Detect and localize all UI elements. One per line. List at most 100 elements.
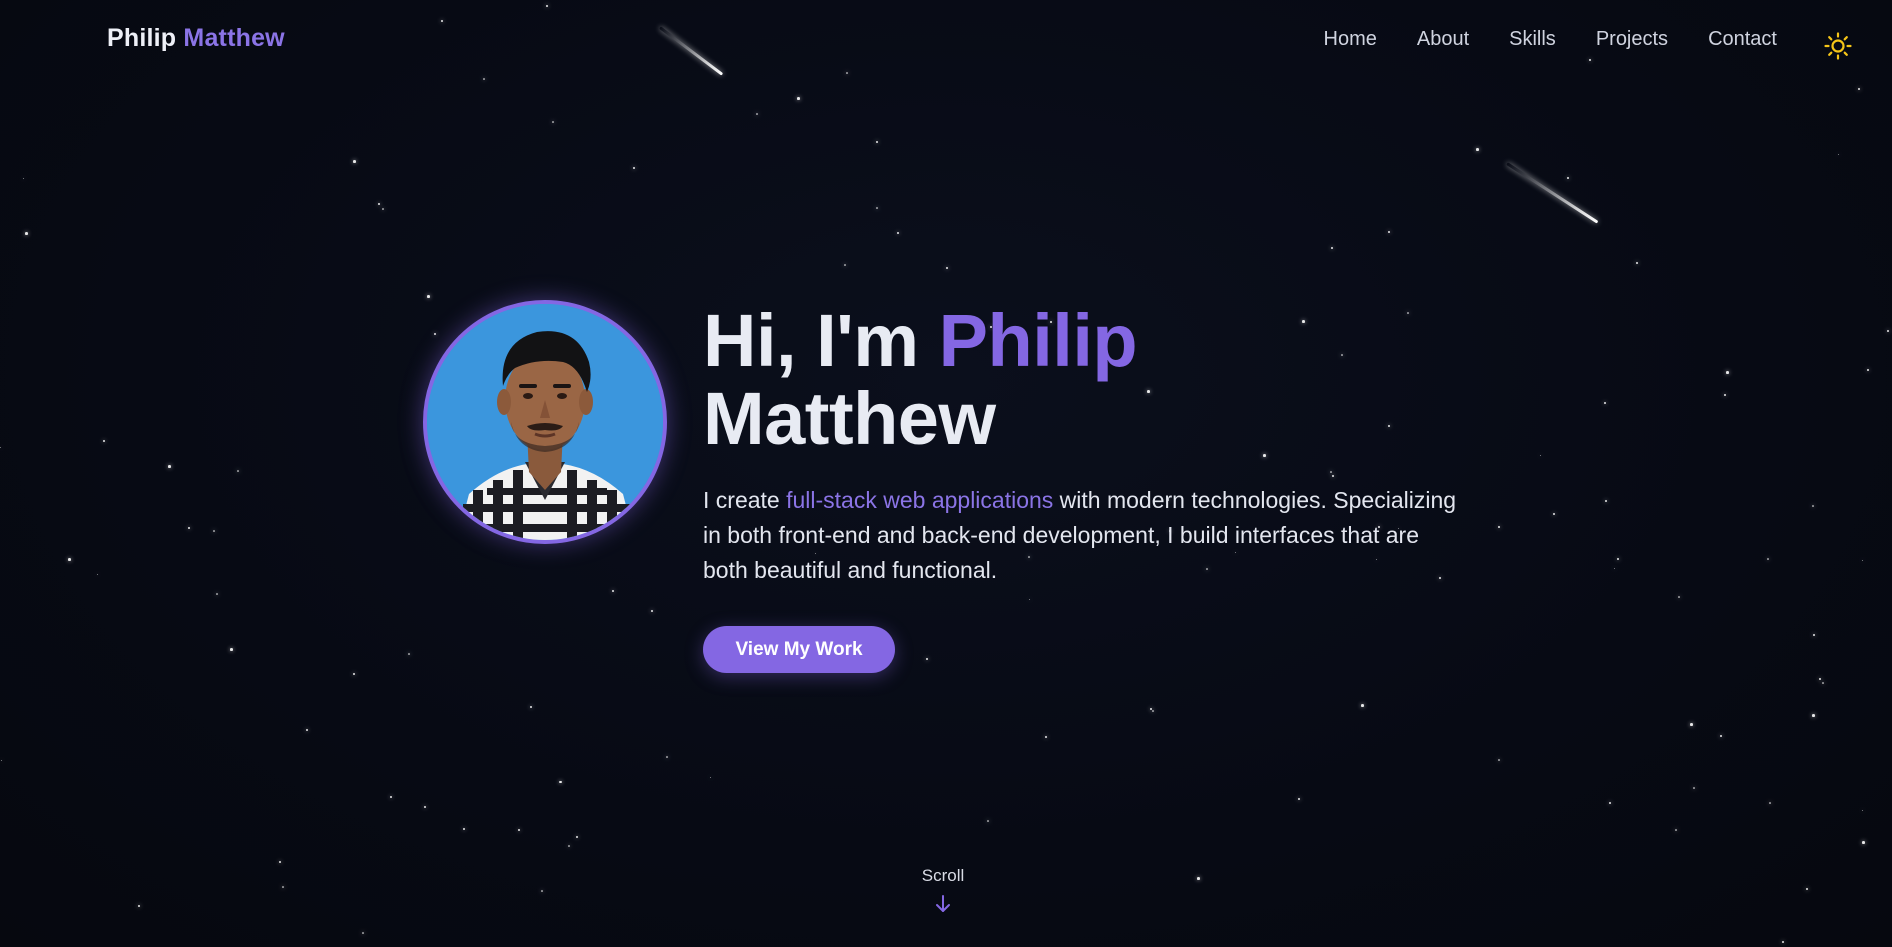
star xyxy=(666,756,668,758)
scroll-label: Scroll xyxy=(921,866,965,885)
nav-item-contact[interactable]: Contact xyxy=(1708,28,1777,51)
star xyxy=(897,232,900,235)
star xyxy=(1838,154,1840,156)
star xyxy=(1263,454,1266,457)
star xyxy=(987,820,989,822)
star xyxy=(408,653,410,655)
star xyxy=(1029,599,1031,601)
star xyxy=(1769,802,1771,804)
brand-logo[interactable]: Philip Matthew xyxy=(107,24,285,53)
star xyxy=(1819,678,1822,681)
star xyxy=(1498,759,1500,761)
star xyxy=(23,178,25,180)
star xyxy=(1782,941,1784,943)
star xyxy=(1567,177,1570,180)
star xyxy=(168,465,171,468)
star xyxy=(68,558,71,561)
star xyxy=(378,203,381,206)
star xyxy=(1862,810,1864,812)
nav-item-home[interactable]: Home xyxy=(1324,28,1377,51)
star xyxy=(1152,710,1154,712)
star xyxy=(756,113,758,115)
star xyxy=(1361,704,1364,707)
star xyxy=(612,590,615,593)
site-header: Philip Matthew Home About Skills Project… xyxy=(0,0,1892,84)
starfield-background xyxy=(0,0,1892,947)
star xyxy=(1302,320,1305,323)
hero-heading: Hi, I'm Philip Matthew xyxy=(703,299,1138,458)
star xyxy=(1388,425,1391,428)
star xyxy=(1407,312,1409,314)
star xyxy=(1045,736,1047,738)
star xyxy=(362,932,364,934)
star xyxy=(279,861,282,864)
star xyxy=(1388,231,1391,234)
star xyxy=(463,828,466,831)
star xyxy=(797,97,800,100)
star xyxy=(1858,88,1861,91)
star xyxy=(1,760,3,762)
nav-item-projects[interactable]: Projects xyxy=(1596,28,1668,51)
view-my-work-button[interactable]: View My Work xyxy=(703,626,895,673)
arrow-down-icon xyxy=(936,895,950,912)
star xyxy=(1617,558,1620,561)
star xyxy=(1887,330,1890,333)
star xyxy=(946,267,949,270)
star xyxy=(427,295,430,298)
star xyxy=(1330,471,1332,473)
star xyxy=(926,658,928,660)
star xyxy=(1690,723,1693,726)
star xyxy=(1693,787,1695,789)
star xyxy=(213,530,215,532)
nav-item-about[interactable]: About xyxy=(1417,28,1469,51)
star xyxy=(424,806,426,808)
star xyxy=(1614,568,1616,570)
star xyxy=(518,829,520,831)
star xyxy=(1553,513,1555,515)
star xyxy=(1724,394,1727,397)
scroll-indicator[interactable]: Scroll xyxy=(920,866,966,914)
star xyxy=(876,207,878,209)
star xyxy=(1636,262,1639,265)
star xyxy=(1298,798,1301,801)
star xyxy=(651,610,653,612)
star xyxy=(188,527,191,530)
profile-avatar xyxy=(423,300,667,544)
star xyxy=(0,447,2,449)
star xyxy=(353,673,355,675)
star xyxy=(1476,148,1479,151)
star xyxy=(1867,369,1870,372)
star xyxy=(530,706,532,708)
star xyxy=(1605,500,1608,503)
hero-description: I create full-stack web applications wit… xyxy=(703,483,1463,588)
hero-greeting: Hi, I'm xyxy=(703,299,939,382)
star xyxy=(1812,714,1815,717)
star xyxy=(1862,560,1864,562)
star xyxy=(1822,682,1824,684)
sun-icon xyxy=(1824,32,1852,60)
star xyxy=(568,845,570,847)
nav-item-skills[interactable]: Skills xyxy=(1509,28,1556,51)
profile-photo xyxy=(427,304,663,540)
star xyxy=(1726,371,1729,374)
star xyxy=(1147,390,1150,393)
star xyxy=(633,167,636,170)
star xyxy=(1675,829,1677,831)
star xyxy=(353,160,356,163)
star xyxy=(576,836,579,839)
brand-last-name: Matthew xyxy=(183,24,285,52)
star xyxy=(282,886,284,888)
star xyxy=(230,648,233,651)
star xyxy=(1540,455,1542,457)
star xyxy=(103,440,106,443)
theme-toggle-button[interactable] xyxy=(1822,30,1854,62)
star xyxy=(1331,247,1334,250)
star xyxy=(237,470,239,472)
star xyxy=(541,890,543,892)
star xyxy=(306,729,309,732)
star xyxy=(560,781,562,783)
star xyxy=(1498,526,1500,528)
hero-desc-prefix: I create xyxy=(703,487,787,513)
star xyxy=(1604,402,1607,405)
main-nav: Home About Skills Projects Contact xyxy=(1324,28,1777,51)
